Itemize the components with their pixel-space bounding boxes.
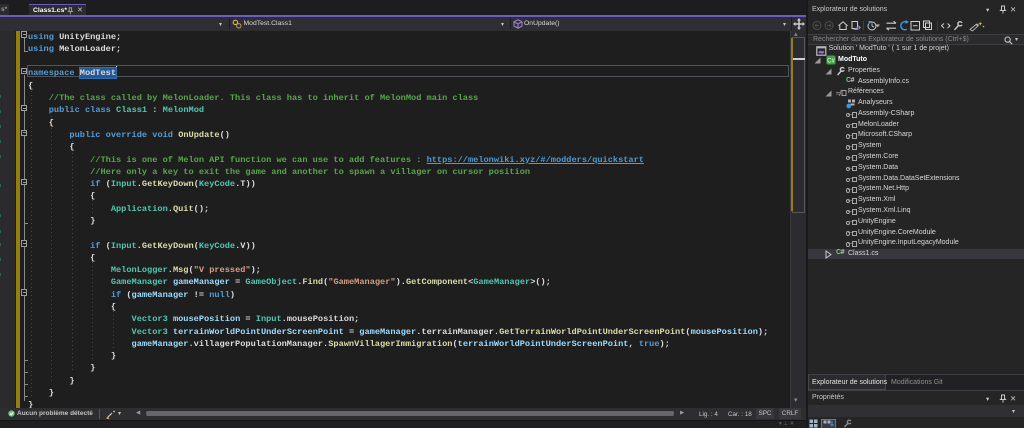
- svg-text:≉: ≉: [836, 89, 842, 98]
- svg-text:C#: C#: [827, 59, 835, 65]
